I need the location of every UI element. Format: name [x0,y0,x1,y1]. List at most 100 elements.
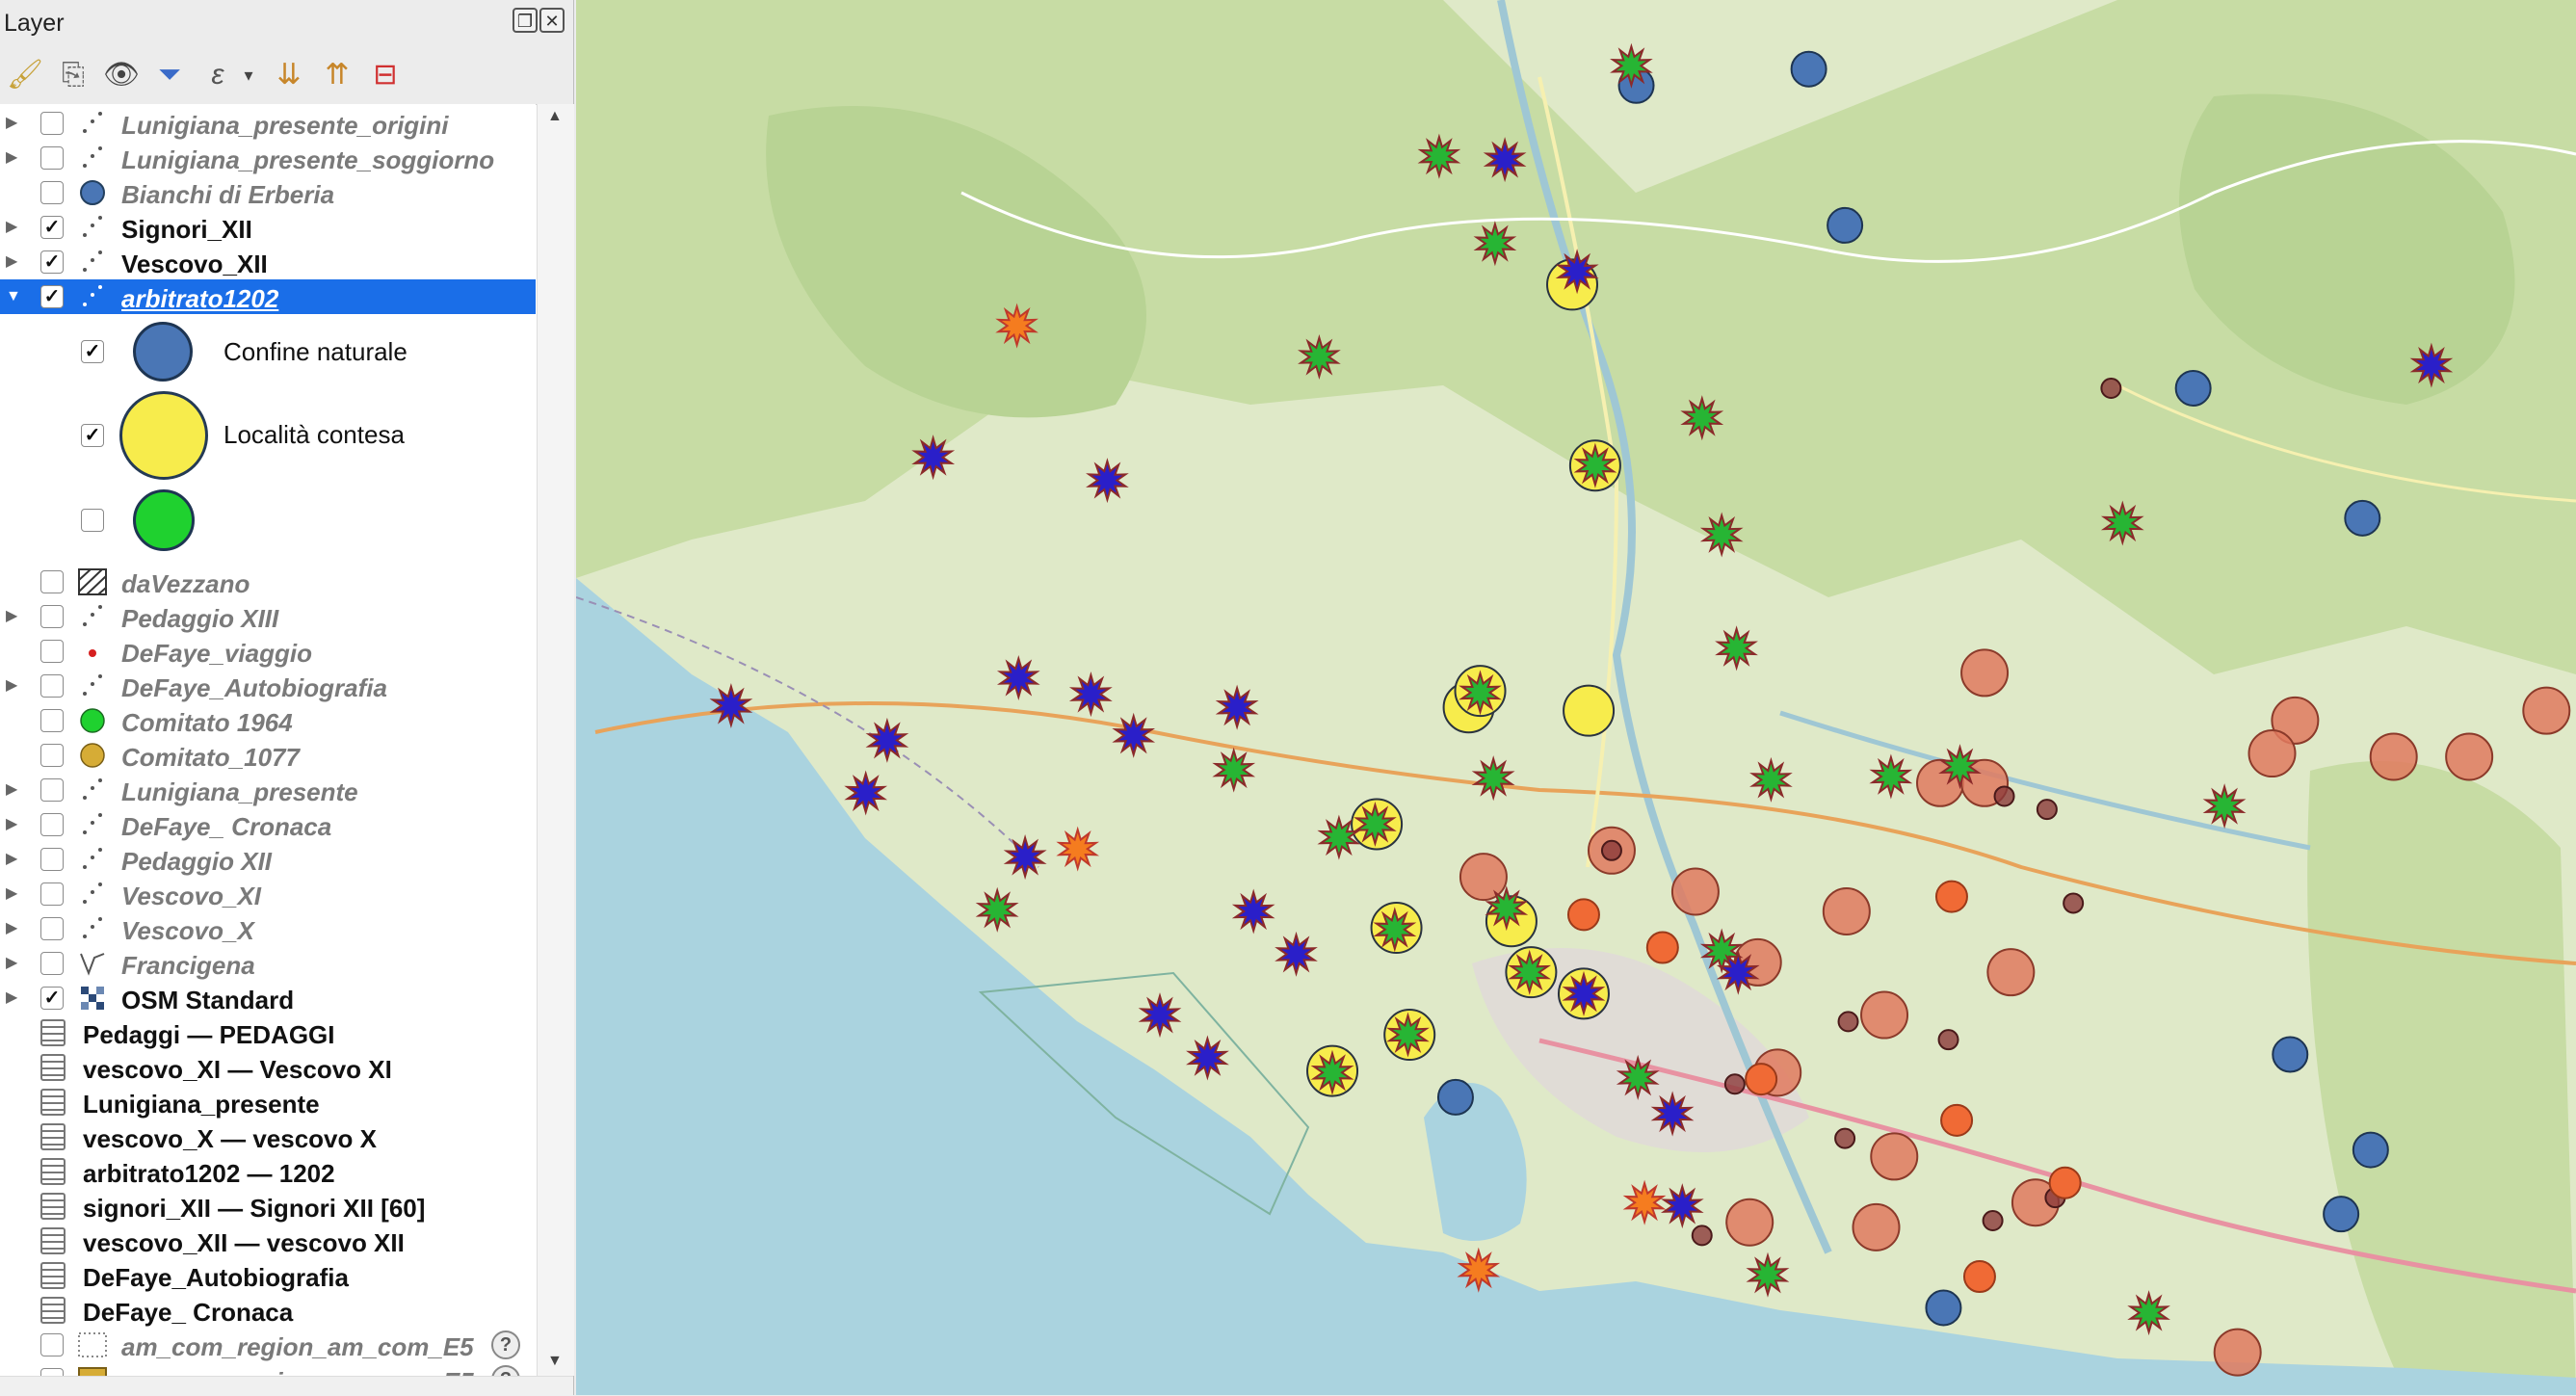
legend-checkbox[interactable]: ✓ [81,424,104,447]
layer-row[interactable]: DeFaye_viaggio [0,634,536,669]
table-layer-row[interactable]: vescovo_X — vescovo X [0,1119,536,1154]
salmon-point-marker[interactable] [1870,1132,1919,1181]
add-group-icon[interactable]: ⎘ [54,56,92,94]
blue-point-marker[interactable] [1925,1289,1962,1327]
darkred-point-marker[interactable] [1993,785,2015,807]
orange-point-marker[interactable] [1934,880,1968,913]
expand-arrow-icon[interactable]: ▶ [6,917,25,940]
layer-checkbox[interactable]: ✓ [40,216,64,239]
salmon-point-marker[interactable] [2213,1328,2262,1377]
expand-arrow-icon[interactable]: ▶ [6,848,25,871]
expand-arrow-icon[interactable]: ▶ [6,216,25,239]
remove-layer-icon[interactable]: ⊟ [366,56,405,94]
darkred-point-marker[interactable] [2036,799,2058,821]
salmon-point-marker[interactable] [1670,867,1720,916]
layer-checkbox[interactable] [40,146,64,170]
layer-checkbox[interactable] [40,605,64,628]
layer-row[interactable]: am_com_region_am_com_E5 ? [0,1328,536,1362]
layer-checkbox[interactable] [40,1333,64,1356]
orange-point-marker[interactable] [1940,1103,1974,1137]
layer-checkbox[interactable] [40,112,64,135]
blue-point-marker[interactable] [2272,1036,2309,1073]
orange-point-marker[interactable] [1962,1260,1996,1294]
filter-icon[interactable]: ⏷ [150,56,189,94]
layer-row[interactable]: ▶ Francigena [0,946,536,981]
layer-row[interactable]: ▶ Lunigiana_presente_origini [0,106,536,141]
layer-row[interactable]: Comitato 1964 [0,703,536,738]
layer-row[interactable]: ▶ Vescovo_XI [0,877,536,911]
layer-row[interactable]: daVezzano [0,565,536,599]
salmon-point-marker[interactable] [1822,886,1871,935]
blue-point-marker[interactable] [1436,1078,1474,1116]
expand-arrow-icon[interactable]: ▶ [6,987,25,1010]
expand-arrow-icon[interactable]: ▶ [6,778,25,802]
layer-row-selected[interactable]: ▼ ✓ arbitrato1202 [0,279,536,314]
blue-point-marker[interactable] [2352,1131,2389,1169]
vertical-scrollbar[interactable]: ▲ ▼ [537,104,574,1376]
salmon-point-marker[interactable] [2247,729,2297,778]
salmon-point-marker[interactable] [1725,1198,1774,1247]
darkred-point-marker[interactable] [1691,1225,1713,1247]
layer-checkbox[interactable] [40,848,64,871]
scroll-down-icon[interactable]: ▼ [547,1353,563,1370]
layer-checkbox[interactable]: ✓ [40,285,64,308]
darkred-point-marker[interactable] [1834,1127,1856,1149]
orange-point-marker[interactable] [1566,898,1600,932]
legend-checkbox[interactable]: ✓ [81,340,104,363]
layer-row[interactable]: ▶ Pedaggio XIII [0,599,536,634]
salmon-point-marker[interactable] [2445,732,2494,781]
salmon-point-marker[interactable] [1986,948,2036,997]
legend-item[interactable]: ✓ Località contesa [0,389,536,482]
horizontal-scrollbar[interactable] [0,1376,573,1396]
map-canvas[interactable] [576,0,2576,1395]
layer-checkbox[interactable] [40,882,64,906]
table-layer-row[interactable]: DeFaye_Autobiografia [0,1258,536,1293]
orange-point-marker[interactable] [2048,1166,2082,1199]
help-icon[interactable]: ? [491,1330,520,1359]
layer-checkbox[interactable]: ✓ [40,987,64,1010]
expand-arrow-icon[interactable]: ▶ [6,146,25,170]
orange-point-marker[interactable] [1645,931,1679,964]
darkred-point-marker[interactable] [1600,839,1622,861]
layer-row[interactable]: ▶ ✓ OSM Standard [0,981,536,1015]
salmon-point-marker[interactable] [1960,648,2010,698]
expand-arrow-icon[interactable]: ▶ [6,605,25,628]
darkred-point-marker[interactable] [1937,1029,1959,1051]
legend-item[interactable]: ✓ Confine naturale [0,314,536,389]
layer-row[interactable]: ▶ ✓ Signori_XII [0,210,536,245]
blue-point-marker[interactable] [1790,50,1827,88]
table-layer-row[interactable]: arbitrato1202 — 1202 [0,1154,536,1189]
expand-arrow-icon[interactable]: ▶ [6,952,25,975]
blue-point-marker[interactable] [2174,369,2212,407]
blue-point-marker[interactable] [1827,206,1864,244]
layer-checkbox[interactable] [40,570,64,593]
salmon-point-marker[interactable] [1459,853,1508,902]
salmon-point-marker[interactable] [2369,732,2418,781]
layer-checkbox[interactable] [40,952,64,975]
layer-row[interactable]: ▶ Lunigiana_presente_soggiorno [0,141,536,175]
layer-row[interactable]: ▶ Vescovo_X [0,911,536,946]
layer-checkbox[interactable] [40,744,64,767]
expand-arrow-icon[interactable]: ▶ [6,813,25,836]
layer-checkbox[interactable] [40,181,64,204]
layer-checkbox[interactable] [40,813,64,836]
layer-row[interactable]: ▶ DeFaye_Autobiografia [0,669,536,703]
eye-icon[interactable]: 👁 [102,56,141,94]
darkred-point-marker[interactable] [1982,1210,2004,1231]
layer-row[interactable]: am_com_region_am_com_E5 ? [0,1362,536,1376]
layer-row[interactable]: ▶ Lunigiana_presente [0,773,536,807]
expand-all-icon[interactable]: ⇊ [270,56,308,94]
layer-checkbox[interactable] [40,640,64,663]
layer-row[interactable]: ▶ Pedaggio XII [0,842,536,877]
darkred-point-marker[interactable] [2063,892,2085,914]
table-layer-row[interactable]: vescovo_XII — vescovo XII [0,1224,536,1258]
salmon-point-marker[interactable] [1852,1202,1901,1251]
collapse-all-icon[interactable]: ⇈ [318,56,356,94]
expand-arrow-icon[interactable]: ▶ [6,250,25,274]
darkred-point-marker[interactable] [2100,377,2122,399]
darkred-point-marker[interactable] [1837,1011,1859,1033]
blue-point-marker[interactable] [2344,499,2381,537]
chevron-down-icon[interactable]: ▾ [229,56,268,94]
table-layer-row[interactable]: signori_XII — Signori XII [60] [0,1189,536,1224]
layer-row[interactable]: ▶ ✓ Vescovo_XII [0,245,536,279]
